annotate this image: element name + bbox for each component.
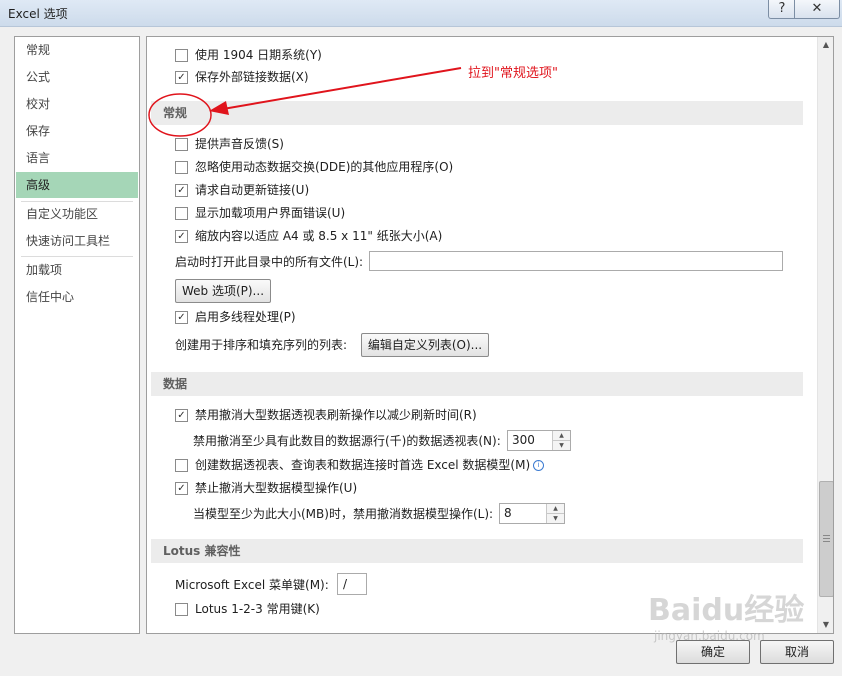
annotation-text: 拉到"常规选项": [468, 66, 558, 81]
grip-line: [823, 541, 830, 542]
annotation-arrow-line: [222, 67, 462, 110]
vertical-scrollbar[interactable]: ▲ ▼: [817, 37, 833, 633]
scroll-up-icon[interactable]: ▲: [818, 37, 833, 53]
option-label: 缩放内容以适应 A4 或 8.5 x 11" 纸张大小(A): [195, 229, 443, 243]
option-label: 禁用撤消大型数据透视表刷新操作以减少刷新时间(R): [195, 408, 477, 422]
cancel-button[interactable]: 取消: [760, 640, 834, 664]
pivot-rows-value: 300: [512, 433, 535, 447]
spin-up-icon[interactable]: ▲: [547, 504, 564, 514]
annotation-overlay: [148, 67, 462, 137]
spin-up-icon[interactable]: ▲: [553, 431, 570, 441]
edit-custom-lists-button[interactable]: 编辑自定义列表(O)...: [361, 333, 489, 357]
section-header-lotus: Lotus 兼容性: [151, 539, 803, 563]
checkbox-show-addin-errors[interactable]: [175, 207, 188, 220]
options-nav: 常规 公式 校对 保存 语言 高级 自定义功能区 快速访问工具栏 加载项 信任中…: [14, 36, 140, 634]
advanced-options-panel: 使用 1904 日期系统(Y) ✓ 保存外部链接数据(X) 常规 提供声音反馈(…: [146, 36, 834, 634]
close-button[interactable]: ✕: [794, 0, 840, 19]
nav-item-advanced[interactable]: 高级: [16, 172, 138, 198]
option-label: 启用多线程处理(P): [195, 310, 296, 324]
spin-down-icon[interactable]: ▼: [547, 514, 564, 523]
help-button[interactable]: ?: [768, 0, 796, 19]
highlight-ellipse: [148, 93, 212, 137]
nav-item-proofing[interactable]: 校对: [16, 91, 138, 117]
pivot-rows-label: 禁用撤消至少具有此数目的数据源行(千)的数据透视表(N):: [193, 434, 501, 448]
section-header-data: 数据: [151, 372, 803, 396]
startup-folder-input[interactable]: [369, 251, 783, 271]
option-label: 禁止撤消大型数据模型操作(U): [195, 481, 358, 495]
title-bar: Excel 选项 ? ✕: [0, 0, 842, 27]
option-label: 显示加载项用户界面错误(U): [195, 206, 346, 220]
option-label-text: 创建数据透视表、查询表和数据连接时首选 Excel 数据模型(M): [195, 458, 531, 472]
lotus-menu-key-input[interactable]: /: [337, 573, 367, 595]
custom-lists-label: 创建用于排序和填充序列的列表:: [175, 338, 348, 352]
grip-line: [823, 535, 830, 536]
nav-item-addins[interactable]: 加载项: [16, 257, 138, 283]
web-options-button[interactable]: Web 选项(P)...: [175, 279, 271, 303]
spinner-buttons: ▲ ▼: [546, 504, 564, 523]
checkbox-multithread[interactable]: ✓: [175, 311, 188, 324]
spinner-buttons: ▲ ▼: [552, 431, 570, 450]
model-size-label: 当模型至少为此大小(MB)时，禁用撤消数据模型操作(L):: [193, 507, 494, 521]
nav-item-formulas[interactable]: 公式: [16, 64, 138, 90]
spin-down-icon[interactable]: ▼: [553, 441, 570, 450]
window-title: Excel 选项: [8, 7, 68, 21]
watermark-logo-text: Baidu经验: [648, 593, 805, 628]
option-label: Lotus 1-2-3 常用键(K): [195, 602, 320, 616]
checkbox-scale-a4[interactable]: ✓: [175, 230, 188, 243]
lotus-menu-key-label: Microsoft Excel 菜单键(M):: [175, 578, 329, 592]
nav-item-customize-ribbon[interactable]: 自定义功能区: [16, 201, 138, 227]
pivot-rows-spinner[interactable]: 300 ▲ ▼: [507, 430, 571, 451]
model-size-spinner[interactable]: 8 ▲ ▼: [499, 503, 565, 524]
ok-button[interactable]: 确定: [676, 640, 750, 664]
option-label: 创建数据透视表、查询表和数据连接时首选 Excel 数据模型(M) i: [195, 456, 545, 474]
scroll-thumb[interactable]: [819, 481, 833, 597]
checkbox-ask-update-links[interactable]: ✓: [175, 184, 188, 197]
checkbox-disable-undo-pivot[interactable]: ✓: [175, 409, 188, 422]
grip-line: [823, 538, 830, 539]
model-size-value: 8: [504, 506, 512, 520]
nav-item-quick-access-toolbar[interactable]: 快速访问工具栏: [16, 228, 138, 254]
startup-folder-label: 启动时打开此目录中的所有文件(L):: [175, 255, 364, 269]
nav-item-general[interactable]: 常规: [16, 37, 138, 63]
option-label: 请求自动更新链接(U): [195, 183, 310, 197]
nav-item-trust-center[interactable]: 信任中心: [16, 284, 138, 310]
nav-item-save[interactable]: 保存: [16, 118, 138, 144]
nav-item-language[interactable]: 语言: [16, 145, 138, 171]
checkbox-lotus-keys[interactable]: [175, 603, 188, 616]
checkbox-prefer-data-model[interactable]: [175, 459, 188, 472]
checkbox-disable-undo-model[interactable]: ✓: [175, 482, 188, 495]
info-icon[interactable]: i: [533, 460, 545, 471]
annotation-arrow-head: [209, 101, 229, 115]
